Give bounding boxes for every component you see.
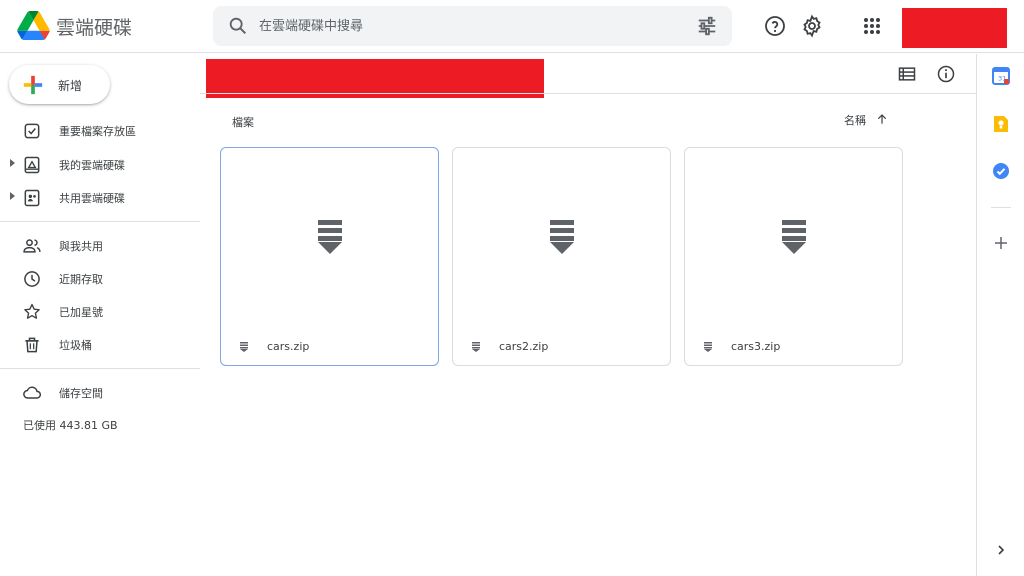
sidebar-item-label: 共用雲端硬碟 <box>59 192 125 205</box>
zip-file-small-icon <box>240 342 248 352</box>
settings-gear-icon[interactable] <box>800 14 824 38</box>
shared-drives-icon <box>24 189 40 207</box>
sidebar-divider <box>0 368 200 369</box>
sidebar-item-label: 已加星號 <box>59 306 103 319</box>
sidebar-item-starred[interactable]: 已加星號 <box>0 296 200 326</box>
expand-caret-icon[interactable] <box>10 192 15 200</box>
search-bar[interactable] <box>213 6 732 46</box>
drive-logo-icon[interactable] <box>17 11 50 40</box>
zip-file-icon <box>318 220 342 254</box>
toolbar-divider <box>200 93 976 94</box>
sidebar-item-shared-with-me[interactable]: 與我共用 <box>0 230 200 260</box>
files-section-label: 檔案 <box>232 116 254 129</box>
sidebar-item-label: 我的雲端硬碟 <box>59 159 125 172</box>
info-icon[interactable] <box>936 64 956 84</box>
main-content: 檔案 名稱 cars.zip cars2.zip cars3.zip <box>200 54 976 576</box>
my-drive-icon <box>24 156 40 174</box>
help-icon[interactable] <box>763 14 787 38</box>
sort-by-name-button[interactable]: 名稱 <box>844 112 866 128</box>
chevron-right-icon[interactable] <box>995 544 1007 556</box>
sidebar-item-label: 與我共用 <box>59 240 103 253</box>
zip-file-icon <box>782 220 806 254</box>
zip-file-small-icon <box>704 342 712 352</box>
zip-file-icon <box>550 220 574 254</box>
google-apps-grid-icon[interactable] <box>860 14 884 38</box>
sidebar-item-trash[interactable]: 垃圾桶 <box>0 329 200 359</box>
tasks-app-icon[interactable] <box>992 162 1010 180</box>
people-icon <box>23 239 41 253</box>
sidebar-item-storage[interactable]: 儲存空間 <box>0 377 200 407</box>
sidebar-divider <box>0 221 200 222</box>
list-view-icon[interactable] <box>897 64 917 84</box>
rail-divider <box>991 207 1011 208</box>
top-header: 雲端硬碟 <box>0 0 1024 53</box>
clock-icon <box>24 271 40 287</box>
sidebar-item-recent[interactable]: 近期存取 <box>0 263 200 293</box>
side-panel-rail: 31 <box>976 54 1024 576</box>
file-card[interactable]: cars2.zip <box>452 147 671 366</box>
cloud-icon <box>23 386 41 399</box>
search-options-icon[interactable] <box>696 15 718 37</box>
new-button[interactable]: 新增 <box>9 65 110 104</box>
svg-text:31: 31 <box>998 75 1006 83</box>
file-card[interactable]: cars.zip <box>220 147 439 366</box>
file-name: cars.zip <box>267 340 310 353</box>
search-icon[interactable] <box>227 15 249 37</box>
trash-icon <box>25 337 39 353</box>
star-icon <box>24 303 40 319</box>
plus-icon <box>23 75 43 95</box>
file-card[interactable]: cars3.zip <box>684 147 903 366</box>
new-button-label: 新增 <box>58 79 83 93</box>
sidebar-item-my-drive[interactable]: 我的雲端硬碟 <box>0 149 200 179</box>
sidebar-item-shared-drives[interactable]: 共用雲端硬碟 <box>0 182 200 212</box>
sidebar: 新增 重要檔案存放區 我的雲端硬碟 共用雲端硬碟 與我共用 近期存取 已加星號 … <box>0 54 200 576</box>
expand-caret-icon[interactable] <box>10 159 15 167</box>
search-input[interactable] <box>259 14 679 38</box>
sidebar-item-label: 垃圾桶 <box>59 339 92 352</box>
priority-check-icon <box>24 123 40 139</box>
storage-used-text: 已使用 443.81 GB <box>23 419 118 432</box>
arrow-up-icon[interactable] <box>874 111 890 127</box>
sidebar-item-label: 儲存空間 <box>59 387 103 400</box>
sidebar-item-priority[interactable]: 重要檔案存放區 <box>0 115 200 145</box>
sidebar-item-label: 重要檔案存放區 <box>59 125 136 138</box>
file-name: cars3.zip <box>731 340 781 353</box>
app-title[interactable]: 雲端硬碟 <box>56 13 132 40</box>
add-addon-plus-icon[interactable] <box>994 236 1008 250</box>
zip-file-small-icon <box>472 342 480 352</box>
calendar-app-icon[interactable]: 31 <box>992 67 1010 85</box>
file-name: cars2.zip <box>499 340 549 353</box>
keep-app-icon[interactable] <box>992 115 1010 133</box>
account-avatar-redacted[interactable] <box>902 8 1007 48</box>
sidebar-item-label: 近期存取 <box>59 273 103 286</box>
